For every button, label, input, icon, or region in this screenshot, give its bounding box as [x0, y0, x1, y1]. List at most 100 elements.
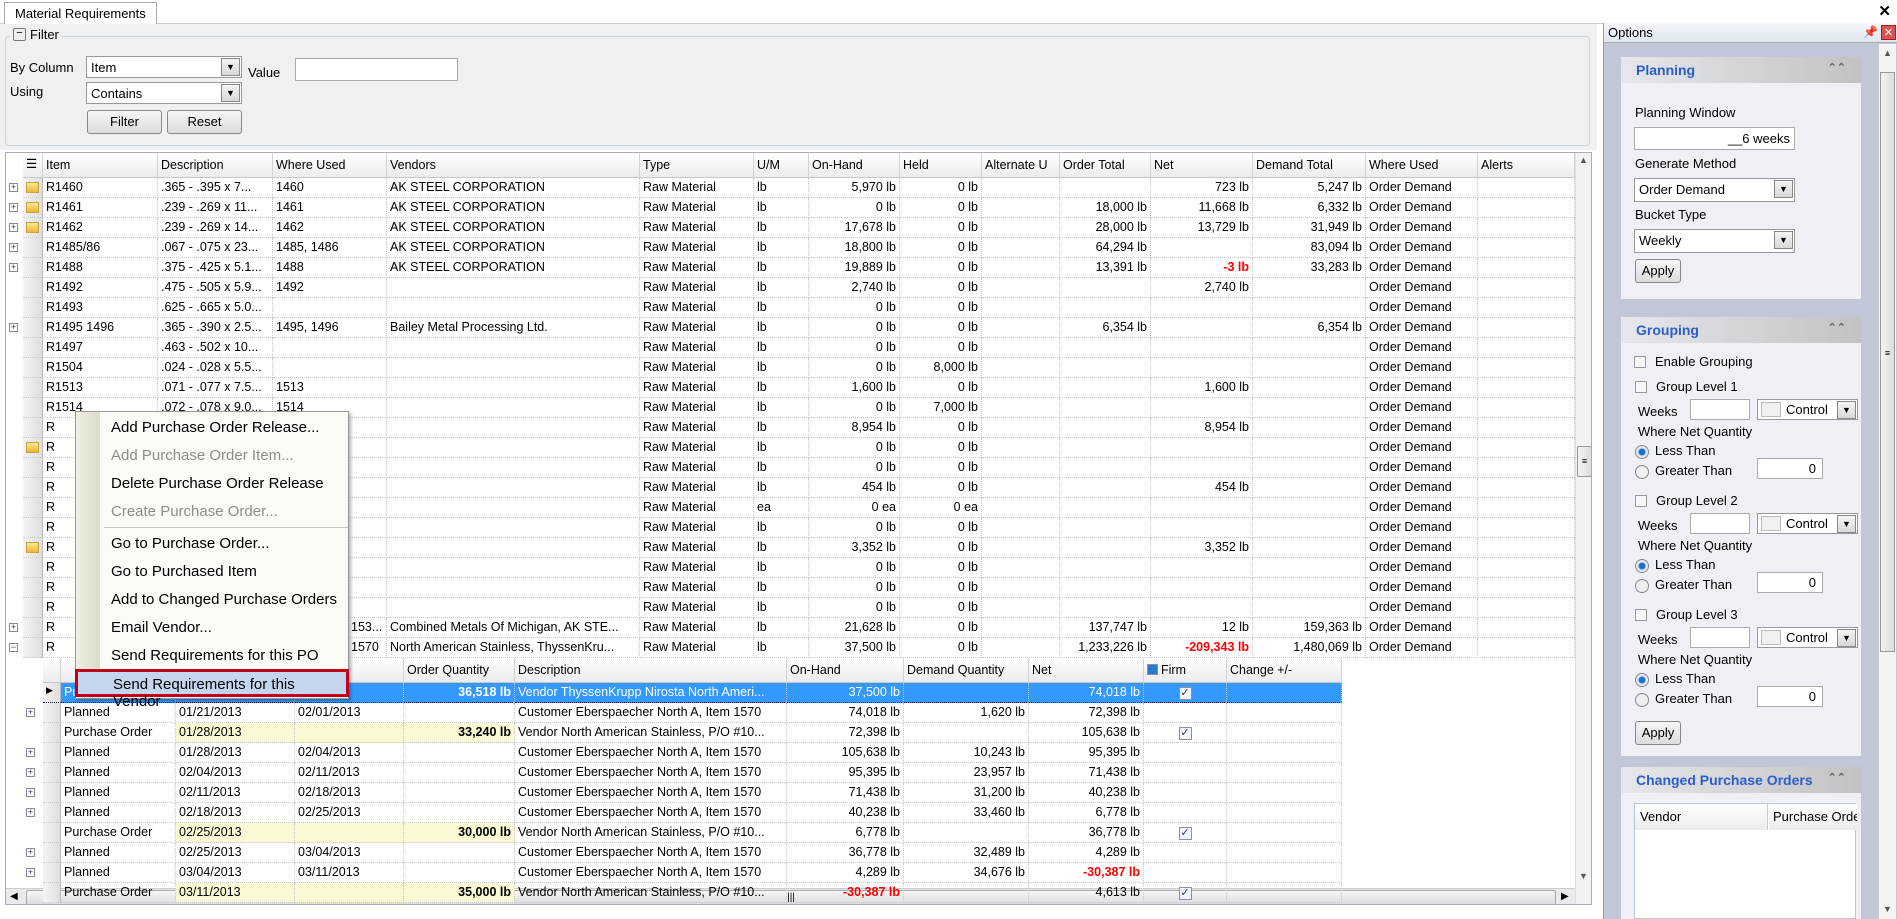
- firm-header-checkbox[interactable]: [1147, 664, 1158, 675]
- row-header[interactable]: [23, 358, 43, 378]
- changed-po-header[interactable]: Changed Purchase Orders ⌃⌃: [1621, 767, 1861, 793]
- expand-icon[interactable]: +: [26, 748, 35, 757]
- chevron-down-icon[interactable]: ▼: [221, 58, 240, 76]
- row-header[interactable]: [23, 558, 43, 578]
- chevron-down-icon[interactable]: ▼: [1774, 180, 1793, 198]
- less-than-radio[interactable]: [1635, 445, 1649, 459]
- table-row[interactable]: R1493.625 - .665 x 5.0... Raw Material lb 0…: [6, 298, 1575, 318]
- subgrid-row[interactable]: Purchase Order 01/28/2013 33,240 lb Vendor …: [6, 723, 1342, 743]
- subgrid-row[interactable]: Purchase Order 03/11/2013 35,000 lb Vendor …: [6, 883, 1342, 903]
- row-header[interactable]: [43, 743, 61, 763]
- column-header-vendors[interactable]: Vendors: [387, 153, 640, 178]
- close-panel-icon[interactable]: ✕: [1881, 25, 1896, 40]
- column-header-um[interactable]: U/M: [754, 153, 809, 178]
- row-header[interactable]: [23, 438, 43, 458]
- cell-firm[interactable]: [1144, 763, 1227, 783]
- row-header[interactable]: [23, 638, 43, 658]
- weeks-input[interactable]: [1690, 627, 1750, 648]
- expand-icon[interactable]: +: [26, 788, 35, 797]
- scroll-thumb[interactable]: ≡: [1577, 446, 1591, 477]
- subgrid-row[interactable]: + Planned 02/11/2013 02/18/2013 Customer Ebe…: [6, 783, 1342, 803]
- table-row[interactable]: + R1462.239 - .269 x 14... 1462 AK STEEL CO…: [6, 218, 1575, 238]
- chevron-down-icon[interactable]: ▼: [221, 84, 240, 102]
- close-icon[interactable]: ✕: [1878, 2, 1891, 20]
- col-purchase-order[interactable]: Purchase Order: [1769, 804, 1857, 830]
- weeks-input[interactable]: [1690, 399, 1750, 420]
- options-scrollbar[interactable]: ▲ ≡ ▼: [1878, 44, 1896, 919]
- options-scroll-thumb[interactable]: ≡: [1880, 72, 1895, 652]
- row-header[interactable]: [23, 258, 43, 278]
- table-row[interactable]: R1513.071 - .077 x 7.5... 1513 Raw Materia…: [6, 378, 1575, 398]
- less-than-radio[interactable]: [1635, 559, 1649, 573]
- row-header[interactable]: [23, 218, 43, 238]
- cell-firm[interactable]: [1144, 843, 1227, 863]
- row-header[interactable]: [23, 518, 43, 538]
- group-level-2-checkbox[interactable]: [1635, 495, 1647, 507]
- column-header-alerts[interactable]: Alerts: [1478, 153, 1575, 178]
- expand-icon[interactable]: +: [26, 708, 35, 717]
- column-header-onhand[interactable]: On-Hand: [809, 153, 900, 178]
- reset-button[interactable]: Reset: [167, 110, 242, 134]
- cell-firm[interactable]: [1144, 783, 1227, 803]
- grouping-apply-button[interactable]: Apply: [1635, 721, 1681, 745]
- cell-firm[interactable]: [1144, 743, 1227, 763]
- grouping-header[interactable]: Grouping ⌃⌃: [1621, 317, 1861, 343]
- subgrid-column-header-net[interactable]: Net: [1029, 658, 1144, 683]
- chevron-down-icon[interactable]: ▼: [1837, 515, 1856, 533]
- subgrid-row[interactable]: + Planned 03/04/2013 03/11/2013 Customer Ebe…: [6, 863, 1342, 883]
- column-header-desc[interactable]: Description: [158, 153, 273, 178]
- menu-item-add-purchase-order-release[interactable]: Add Purchase Order Release...: [111, 415, 371, 441]
- row-header[interactable]: [23, 458, 43, 478]
- greater-than-radio[interactable]: [1635, 579, 1649, 593]
- cell-firm[interactable]: ✓: [1144, 723, 1227, 743]
- row-header[interactable]: [23, 238, 43, 258]
- row-header[interactable]: [43, 843, 61, 863]
- collapse-icon[interactable]: −: [13, 28, 26, 41]
- filter-header[interactable]: − Filter: [10, 27, 62, 42]
- subgrid-column-header-desc[interactable]: Description: [515, 658, 787, 683]
- cell-firm[interactable]: [1144, 863, 1227, 883]
- tab-material-requirements[interactable]: Material Requirements: [4, 2, 157, 24]
- column-header-held[interactable]: Held: [900, 153, 982, 178]
- column-header-demand[interactable]: Demand Total: [1253, 153, 1366, 178]
- table-row[interactable]: R1504.024 - .028 x 5.5... Raw Material lb 0…: [6, 358, 1575, 378]
- menu-item-go-to-purchase-order[interactable]: Go to Purchase Order...: [111, 531, 371, 557]
- row-header[interactable]: [43, 763, 61, 783]
- subgrid-row[interactable]: + Planned 01/28/2013 02/04/2013 Customer Ebe…: [6, 743, 1342, 763]
- firm-checkbox[interactable]: ✓: [1178, 727, 1192, 740]
- subgrid-row[interactable]: + Planned 02/04/2013 02/11/2013 Customer Ebe…: [6, 763, 1342, 783]
- row-header[interactable]: [23, 418, 43, 438]
- cell-firm[interactable]: ✓: [1144, 823, 1227, 843]
- collapse-icon[interactable]: −: [9, 643, 18, 652]
- subgrid-row[interactable]: + Planned 01/21/2013 02/01/2013 Customer Ebe…: [6, 703, 1342, 723]
- vertical-scrollbar[interactable]: ▲ ≡ ▼: [1575, 153, 1591, 904]
- net-quantity-input[interactable]: 0: [1757, 572, 1823, 593]
- control-select[interactable]: Control ▼: [1757, 627, 1858, 648]
- scroll-up-icon[interactable]: ▲: [1579, 155, 1588, 165]
- generate-method-select[interactable]: Order Demand ▼: [1634, 178, 1795, 202]
- expand-icon[interactable]: +: [9, 203, 18, 212]
- using-select[interactable]: Contains ▼: [86, 82, 242, 104]
- subgrid-column-header-firm[interactable]: Firm: [1144, 658, 1227, 683]
- subgrid-column-chooser[interactable]: [43, 658, 61, 683]
- row-header[interactable]: [23, 378, 43, 398]
- subgrid-column-header-demand[interactable]: Demand Quantity: [904, 658, 1029, 683]
- expand-icon[interactable]: +: [9, 183, 18, 192]
- row-header[interactable]: [43, 783, 61, 803]
- subgrid-row[interactable]: Purchase Order 02/25/2013 30,000 lb Vendor …: [6, 823, 1342, 843]
- expand-icon[interactable]: +: [9, 223, 18, 232]
- weeks-input[interactable]: [1690, 513, 1750, 534]
- firm-checkbox[interactable]: ✓: [1178, 887, 1192, 900]
- table-row[interactable]: + R1460.365 - .395 x 7... 1460 AK STEEL COR…: [6, 178, 1575, 198]
- scroll-down-icon[interactable]: ▼: [1579, 871, 1588, 881]
- column-header-wu[interactable]: Where Used: [273, 153, 387, 178]
- menu-item-email-vendor[interactable]: Email Vendor...: [111, 615, 371, 641]
- table-row[interactable]: + R1485/86.067 - .075 x 23... 1485, 1486 AK…: [6, 238, 1575, 258]
- row-header[interactable]: [43, 723, 61, 743]
- menu-item-send-requirements-for-this-vendor[interactable]: Send Requirements for this Vendor: [75, 669, 349, 710]
- row-header[interactable]: [23, 298, 43, 318]
- expand-icon[interactable]: +: [26, 768, 35, 777]
- planning-apply-button[interactable]: Apply: [1635, 259, 1681, 283]
- pin-icon[interactable]: 📌: [1863, 25, 1878, 39]
- row-header[interactable]: [43, 883, 61, 903]
